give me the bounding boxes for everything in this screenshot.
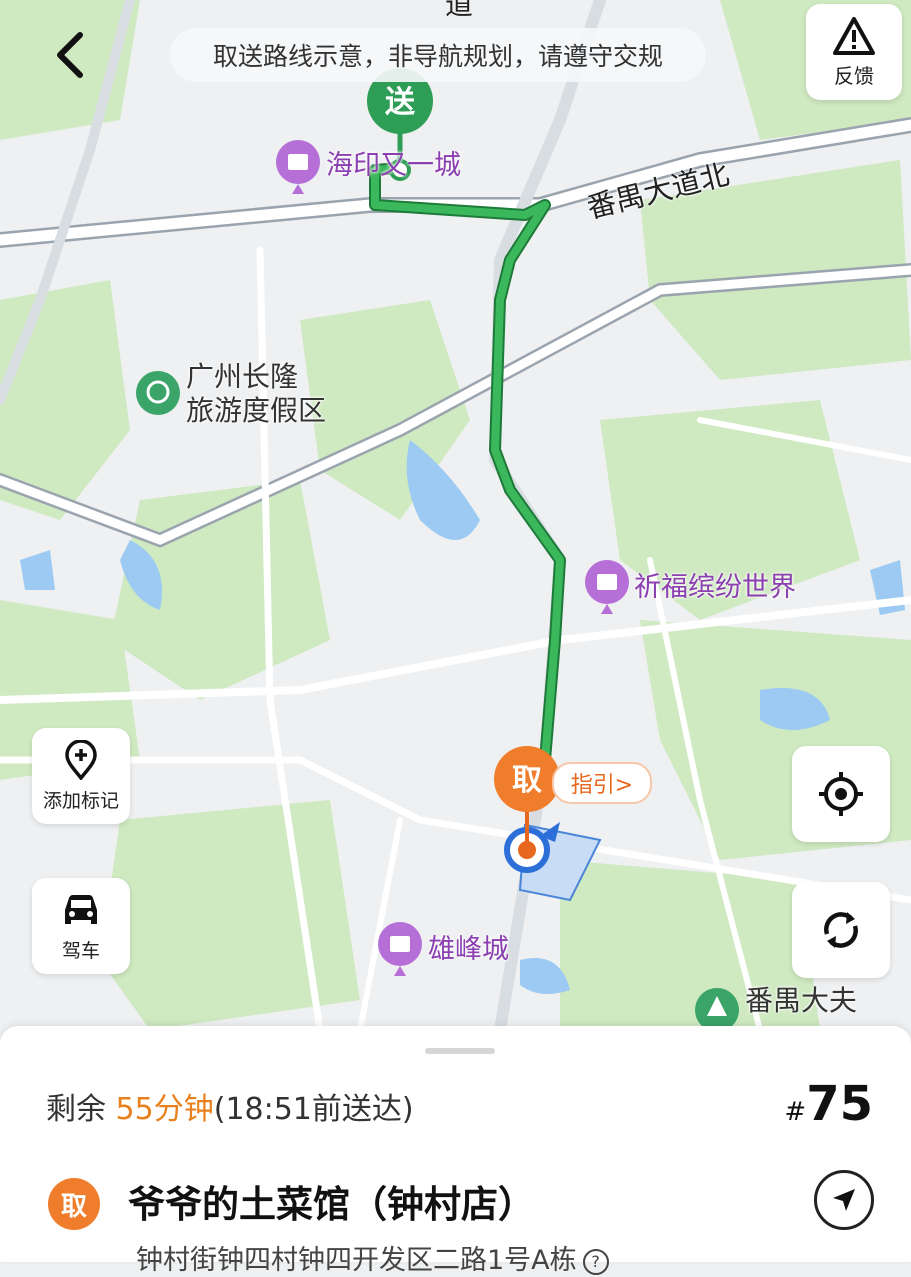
- guide-button[interactable]: 指引>: [552, 762, 652, 804]
- locate-crosshair-icon: [819, 772, 863, 816]
- ferris-wheel-icon: [136, 371, 180, 415]
- add-marker-label: 添加标记: [42, 789, 119, 812]
- order-number-value: 75: [806, 1076, 873, 1132]
- shop-address: 钟村街钟四村钟四开发区二路1号A栋?: [136, 1238, 609, 1277]
- order-sheet[interactable]: 剩余 55分钟(18:51前送达) #75 取 爷爷的土菜馆（钟村店） 钟村街钟…: [0, 1026, 911, 1276]
- feedback-button[interactable]: 反馈: [806, 4, 902, 100]
- back-button[interactable]: [40, 25, 100, 85]
- navigate-button[interactable]: [814, 1170, 874, 1230]
- route-notice-banner: 取送路线示意，非导航规划，请遵守交规: [170, 28, 706, 82]
- poi-changlong[interactable]: 广州长隆 旅游度假区: [186, 360, 326, 428]
- poi-changlong-line1: 广州长隆: [186, 360, 299, 393]
- order-number: #75: [784, 1076, 873, 1132]
- eta-prefix: 剩余: [46, 1092, 116, 1127]
- pickup-badge: 取: [48, 1178, 100, 1230]
- refresh-button[interactable]: [792, 882, 890, 978]
- poi-changlong-line2: 旅游度假区: [186, 394, 327, 427]
- poi-qifu[interactable]: 祈福缤纷世界: [634, 565, 796, 604]
- feedback-label: 反馈: [834, 63, 874, 88]
- shop-address-text: 钟村街钟四村钟四开发区二路1号A栋: [136, 1245, 577, 1276]
- order-number-hash: #: [784, 1097, 807, 1127]
- park-tree-icon: [695, 988, 739, 1030]
- eta-deadline: (18:51前送达): [213, 1092, 414, 1127]
- shop-name[interactable]: 爷爷的土菜馆（钟村店）: [128, 1174, 535, 1228]
- add-marker-button[interactable]: 添加标记: [32, 728, 130, 824]
- warning-icon: [833, 16, 875, 55]
- locate-button[interactable]: [792, 746, 890, 842]
- sheet-drag-handle[interactable]: [425, 1048, 495, 1054]
- pickup-marker-label: 取: [512, 763, 542, 798]
- car-icon: [65, 894, 97, 924]
- drive-mode-button[interactable]: 驾车: [32, 878, 130, 974]
- top-bar: 取送路线示意，非导航规划，请遵守交规 反馈: [0, 0, 911, 110]
- poi-haiyin[interactable]: 海印又一城: [326, 143, 461, 182]
- poi-panyu-dafu[interactable]: 番禺大夫: [745, 984, 857, 1018]
- navigation-arrow-icon: [833, 1189, 855, 1211]
- refresh-icon: [824, 912, 858, 948]
- poi-xiongfeng[interactable]: 雄峰城: [428, 927, 509, 966]
- eta-text: 剩余 55分钟(18:51前送达): [46, 1084, 414, 1128]
- back-arrow-icon: [57, 32, 83, 78]
- drive-mode-label: 驾车: [61, 939, 100, 962]
- add-location-icon: [65, 739, 97, 780]
- eta-minutes: 55分钟: [115, 1092, 214, 1127]
